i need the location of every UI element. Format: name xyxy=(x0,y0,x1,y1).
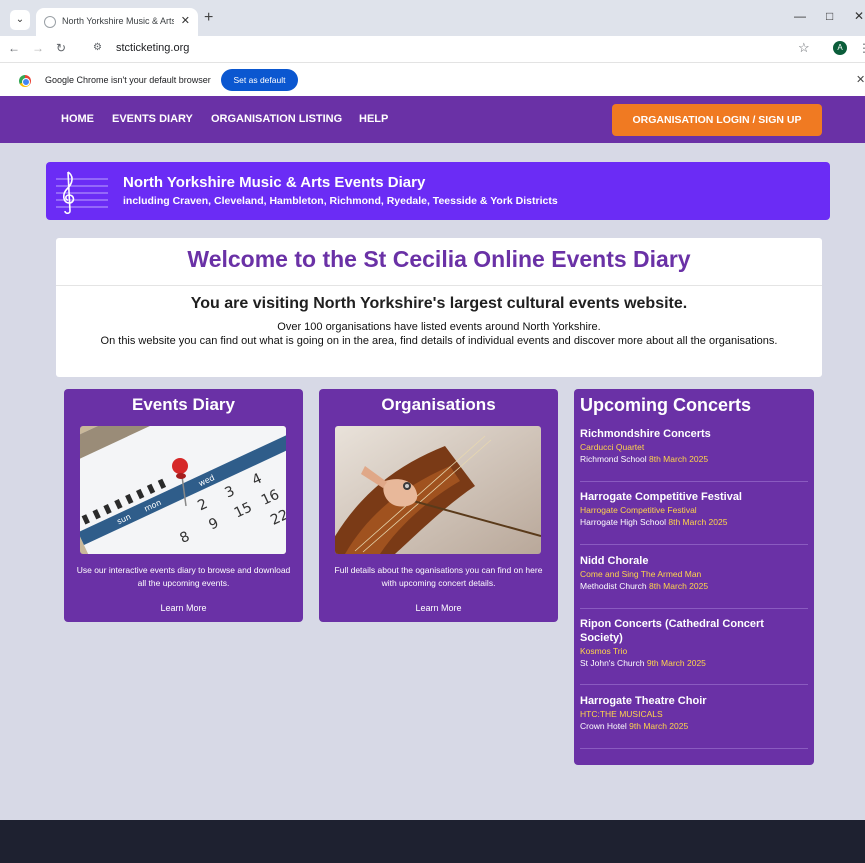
calendar-pin-image: sun mon wed 2 3 4 8 9 15 16 22 xyxy=(80,426,286,554)
chrome-logo-icon xyxy=(19,75,31,87)
card-title: Events Diary xyxy=(132,395,235,414)
banner-subtitle: including Craven, Cleveland, Hambleton, … xyxy=(123,195,558,207)
site-footer xyxy=(0,820,865,863)
card-description: Use our interactive events diary to brow… xyxy=(76,565,291,588)
forward-icon[interactable]: → xyxy=(32,41,44,55)
concert-organisation[interactable]: Richmondshire Concerts xyxy=(580,427,808,441)
card-description: Full details about the oganisations you … xyxy=(334,565,543,588)
concert-item[interactable]: Harrogate Competitive Festival Harrogate… xyxy=(580,490,808,545)
address-bar: ← → ↻ ⚙ stcticketing.org ☆ A ⋮ xyxy=(0,36,865,62)
minimize-icon[interactable]: — xyxy=(794,9,806,23)
concert-event[interactable]: Harrogate Competitive Festival xyxy=(580,504,808,516)
concert-venue: Methodist Church xyxy=(580,581,647,591)
close-tab-icon[interactable]: ✕ xyxy=(181,14,190,27)
set-default-button[interactable]: Set as default xyxy=(221,69,298,91)
concert-date: 9th March 2025 xyxy=(646,658,706,668)
concert-item[interactable]: Nidd Chorale Come and Sing The Armed Man… xyxy=(580,554,808,609)
music-staff-icon xyxy=(56,171,108,214)
nav-home[interactable]: HOME xyxy=(61,113,94,125)
concert-event[interactable]: Kosmos Trio xyxy=(580,645,808,657)
concert-organisation[interactable]: Harrogate Theatre Choir xyxy=(580,694,808,708)
concert-venue: St John's Church xyxy=(580,658,645,668)
concert-organisation[interactable]: Harrogate Competitive Festival xyxy=(580,490,808,504)
concert-venue-line: Methodist Church 8th March 2025 xyxy=(580,580,808,592)
concert-event[interactable]: Come and Sing The Armed Man xyxy=(580,568,808,580)
concert-venue: Harrogate High School xyxy=(580,517,666,527)
nav-help[interactable]: HELP xyxy=(359,113,388,125)
welcome-lead: You are visiting North Yorkshire's large… xyxy=(190,295,688,312)
concert-organisation[interactable]: Ripon Concerts (Cathedral Concert Societ… xyxy=(580,617,808,645)
concert-item[interactable]: Richmondshire Concerts Carducci Quartet … xyxy=(580,427,808,482)
profile-avatar[interactable]: A xyxy=(833,41,847,55)
nav-organisation-listing[interactable]: ORGANISATION LISTING xyxy=(211,113,342,125)
events-diary-learn-more-link[interactable]: Learn More xyxy=(64,603,303,613)
concert-date: 9th March 2025 xyxy=(629,721,689,731)
back-icon[interactable]: ← xyxy=(8,41,20,55)
site-banner: North Yorkshire Music & Arts Events Diar… xyxy=(46,162,830,220)
organisations-card: Organisations Full details about the oga… xyxy=(319,389,558,622)
concert-item[interactable]: Harrogate Theatre Choir HTC:THE MUSICALS… xyxy=(580,694,808,749)
default-browser-infobar: Google Chrome isn't your default browser… xyxy=(0,62,865,96)
infobar-message: Google Chrome isn't your default browser xyxy=(45,75,211,85)
concert-venue-line: Richmond School 8th March 2025 xyxy=(580,453,808,465)
concert-organisation[interactable]: Nidd Chorale xyxy=(580,554,808,568)
welcome-line-2: On this website you can find out what is… xyxy=(100,335,778,347)
browser-tab[interactable]: North Yorkshire Music & Arts Ev ✕ xyxy=(36,8,198,36)
welcome-line-1: Over 100 organisations have listed event… xyxy=(277,321,601,333)
cello-player-image xyxy=(335,426,541,554)
site-info-icon[interactable]: ⚙ xyxy=(93,42,102,53)
upcoming-concerts-title: Upcoming Concerts xyxy=(580,395,752,415)
events-diary-card: Events Diary sun mon wed 2 3 4 8 9 15 16… xyxy=(64,389,303,622)
url-field[interactable]: stcticketing.org xyxy=(116,42,189,54)
organisations-learn-more-link[interactable]: Learn More xyxy=(319,603,558,613)
tab-search-icon[interactable]: ⌄ xyxy=(10,10,30,30)
welcome-panel: Welcome to the St Cecilia Online Events … xyxy=(56,238,822,377)
concert-venue-line: St John's Church 9th March 2025 xyxy=(580,657,808,669)
concert-item[interactable]: Ripon Concerts (Cathedral Concert Societ… xyxy=(580,617,808,685)
bookmark-star-icon[interactable]: ☆ xyxy=(798,40,810,56)
welcome-description: Over 100 organisations have listed event… xyxy=(64,320,814,348)
concert-date: 8th March 2025 xyxy=(649,581,709,591)
new-tab-icon[interactable]: + xyxy=(204,9,213,27)
card-title: Organisations xyxy=(381,395,496,414)
infobar-close-icon[interactable]: ✕ xyxy=(856,73,865,86)
browser-menu-icon[interactable]: ⋮ xyxy=(858,41,865,55)
close-window-icon[interactable]: ✕ xyxy=(854,9,864,23)
concert-venue: Crown Hotel xyxy=(580,721,627,731)
browser-tab-bar: ⌄ North Yorkshire Music & Arts Ev ✕ + — … xyxy=(0,0,865,36)
tab-title: North Yorkshire Music & Arts Ev xyxy=(62,16,174,26)
concert-venue-line: Harrogate High School 8th March 2025 xyxy=(580,516,808,528)
concert-date: 8th March 2025 xyxy=(649,454,709,464)
organisation-login-button[interactable]: ORGANISATION LOGIN / SIGN UP xyxy=(612,104,822,136)
concert-venue-line: Crown Hotel 9th March 2025 xyxy=(580,720,808,732)
welcome-title: Welcome to the St Cecilia Online Events … xyxy=(187,246,691,272)
concert-event[interactable]: HTC:THE MUSICALS xyxy=(580,708,808,720)
maximize-icon[interactable]: □ xyxy=(826,9,833,23)
concert-event[interactable]: Carducci Quartet xyxy=(580,441,808,453)
reload-icon[interactable]: ↻ xyxy=(56,41,66,55)
concert-venue: Richmond School xyxy=(580,454,647,464)
site-favicon-icon xyxy=(44,16,56,28)
banner-title: North Yorkshire Music & Arts Events Diar… xyxy=(123,174,426,191)
concert-date: 8th March 2025 xyxy=(668,517,728,527)
upcoming-concerts-panel: Upcoming Concerts Richmondshire Concerts… xyxy=(574,389,814,765)
divider xyxy=(56,285,822,286)
nav-events-diary[interactable]: EVENTS DIARY xyxy=(112,113,193,125)
